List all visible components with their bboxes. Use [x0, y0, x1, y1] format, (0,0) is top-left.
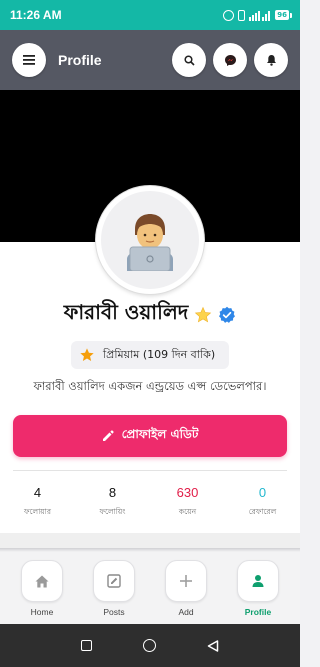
star-icon [195, 306, 212, 322]
nav-posts[interactable]: Posts [92, 560, 136, 617]
nav-profile[interactable]: Profile [236, 560, 280, 617]
section-divider [0, 533, 300, 548]
recents-icon[interactable] [80, 640, 92, 651]
battery-level: 96 [275, 10, 289, 20]
menu-button[interactable] [12, 43, 46, 77]
status-icons: 96 [223, 9, 292, 21]
stats-divider [13, 470, 287, 471]
stat-label: ফলোয়িং [99, 507, 126, 516]
messenger-button[interactable] [213, 43, 247, 77]
status-bar: 11:26 AM 96 [0, 0, 300, 30]
battery-indicator: 96 [275, 10, 292, 20]
nav-add[interactable]: Add [164, 560, 208, 617]
messenger-icon [224, 54, 236, 66]
vibrate-icon [238, 9, 246, 21]
nav-add-tile[interactable] [165, 560, 207, 602]
nav-label: Profile [244, 607, 272, 617]
edit-profile-label: প্রোফাইল এডিট [121, 427, 199, 441]
back-icon[interactable] [207, 639, 219, 652]
stat-followers[interactable]: 4 ফলোয়ার [0, 485, 75, 519]
premium-badge: প্রিমিয়াম (109 দিন বাকি) [71, 341, 229, 369]
bottom-nav-shadow [0, 548, 300, 552]
nav-home[interactable]: Home [20, 560, 64, 617]
app-bar: Profile [0, 30, 300, 90]
profile-bio: ফারাবী ওয়ালিদ একজন এন্ড্রয়েড এপ্স ডেভে… [33, 379, 267, 393]
nav-profile-tile[interactable] [237, 560, 279, 602]
hamburger-icon [23, 55, 35, 65]
stat-value: 4 [33, 485, 42, 500]
stat-value: 0 [258, 485, 267, 500]
alarm-icon [223, 9, 235, 21]
bell-icon [266, 55, 276, 66]
nav-posts-tile[interactable] [93, 560, 135, 602]
person-icon [252, 575, 264, 587]
home-icon [35, 575, 49, 587]
system-nav-bar [0, 624, 300, 667]
nav-label: Home [30, 607, 54, 617]
premium-status-text: প্রিমিয়াম (109 দিন বাকি) [103, 347, 216, 361]
stat-label: রেফারেল [248, 507, 277, 516]
add-icon [180, 575, 192, 587]
stat-coins[interactable]: 630 কয়েন [150, 485, 225, 519]
stat-label: ফলোয়ার [24, 507, 51, 516]
stat-label: কয়েন [178, 507, 197, 516]
stat-value: 8 [108, 485, 117, 500]
avatar[interactable] [96, 186, 204, 294]
nav-home-tile[interactable] [21, 560, 63, 602]
battery-tip [290, 12, 292, 18]
search-icon [183, 54, 195, 66]
notifications-button[interactable] [254, 43, 288, 77]
verified-badge-icon [219, 306, 236, 323]
home-circle-icon[interactable] [142, 639, 156, 652]
app-bar-actions [172, 43, 288, 77]
posts-icon [107, 574, 121, 588]
search-button[interactable] [172, 43, 206, 77]
status-time: 11:26 AM [10, 8, 62, 22]
edit-profile-button[interactable]: প্রোফাইল এডিট [13, 415, 287, 457]
stat-value: 630 [176, 485, 199, 500]
pencil-icon [102, 430, 114, 441]
signal-icon [249, 10, 271, 21]
stat-referrals[interactable]: 0 রেফারেল [225, 485, 300, 519]
profile-name: ফারাবী ওয়ালিদ [63, 300, 189, 324]
developer-avatar-icon [127, 214, 173, 271]
stat-following[interactable]: 8 ফলোয়িং [75, 485, 150, 519]
nav-label: Add [178, 607, 194, 617]
page-title: Profile [58, 52, 102, 68]
profile-stats: 4 ফলোয়ার 8 ফলোয়িং 630 কয়েন 0 রেফারেল [0, 485, 300, 519]
profile-name-row: ফারাবী ওয়ালিদ [0, 298, 300, 331]
nav-label: Posts [103, 607, 125, 617]
star-icon [80, 348, 94, 361]
